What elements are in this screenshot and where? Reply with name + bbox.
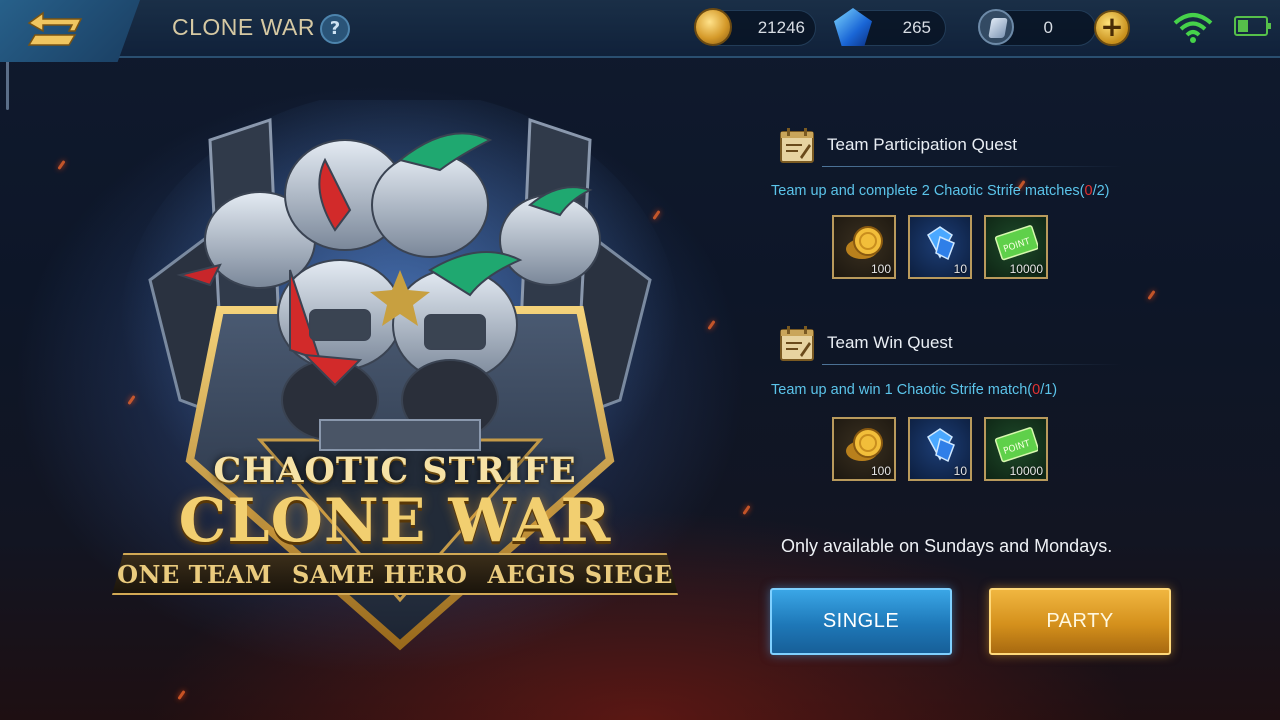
back-arrow-icon xyxy=(27,11,83,46)
ember-particle xyxy=(177,690,186,700)
single-button[interactable]: SINGLE xyxy=(770,588,952,655)
quest-description: Team up and win 1 Chaotic Strife match(0… xyxy=(771,382,1057,398)
ember-particle xyxy=(1147,290,1156,300)
event-logo: CHAOTIC STRIFE CLONE WAR ONE TEAM SAME H… xyxy=(112,450,678,595)
logo-subtitle: CHAOTIC STRIFE xyxy=(213,450,577,491)
quest-progress-total: /2) xyxy=(1092,183,1110,199)
quest-title: Team Participation Quest xyxy=(827,135,1017,154)
point-ticket-icon: POINT xyxy=(994,427,1038,463)
availability-note: Only available on Sundays and Mondays. xyxy=(781,536,1113,556)
quest-desc-text: Team up and complete 2 Chaotic Strife ma… xyxy=(771,183,1085,199)
topup-button[interactable]: + xyxy=(1094,10,1130,46)
party-button[interactable]: PARTY xyxy=(989,588,1171,655)
quest-header: Team Win Quest xyxy=(776,324,1156,366)
diamond-value: 265 xyxy=(902,18,931,37)
ember-particle xyxy=(57,160,66,170)
reward-amount: 10000 xyxy=(1009,262,1043,276)
point-ticket-icon: POINT xyxy=(994,225,1038,261)
divider xyxy=(822,364,1122,365)
quest-desc-text: Team up and win 1 Chaotic Strife match( xyxy=(771,382,1033,398)
team-participation-quest: Team Participation Quest Team up and com… xyxy=(771,126,1156,279)
wifi-icon xyxy=(1173,13,1213,43)
diamond-icon xyxy=(927,226,955,261)
reward-amount: 10 xyxy=(953,262,967,276)
ember-particle xyxy=(742,505,751,515)
logo-tag: SAME HERO xyxy=(291,559,468,589)
quest-progress-current: 0 xyxy=(1032,382,1041,398)
logo-title: CLONE WAR xyxy=(178,486,612,556)
reward-amount: 10 xyxy=(953,464,967,478)
quest-header: Team Participation Quest xyxy=(776,126,1156,168)
team-win-quest: Team Win Quest Team up and win 1 Chaotic… xyxy=(771,324,1156,481)
gold-coin-icon xyxy=(694,8,732,46)
quest-title: Team Win Quest xyxy=(827,333,953,352)
logo-tagline-banner: ONE TEAM SAME HERO AEGIS SIEGE xyxy=(112,553,678,595)
reward-diamond[interactable]: 10 xyxy=(908,215,972,279)
page-title: CLONE WAR xyxy=(172,14,315,40)
reward-gold[interactable]: 100 xyxy=(832,417,896,481)
quest-rewards: 100 10 POINT 10000 xyxy=(832,215,1048,279)
reward-point[interactable]: POINT 10000 xyxy=(984,215,1048,279)
reward-diamond[interactable]: 10 xyxy=(908,417,972,481)
reward-amount: 10000 xyxy=(1009,464,1043,478)
voucher-icon xyxy=(978,9,1014,45)
quest-progress-current: 0 xyxy=(1084,183,1093,199)
ember-particle xyxy=(707,320,716,330)
quest-scroll-icon xyxy=(780,326,814,361)
reward-point[interactable]: POINT 10000 xyxy=(984,417,1048,481)
help-button[interactable]: ? xyxy=(320,14,350,44)
divider xyxy=(822,166,1122,167)
quest-progress-total: /1) xyxy=(1040,382,1058,398)
battery-icon xyxy=(1234,16,1271,36)
reward-gold[interactable]: 100 xyxy=(832,215,896,279)
reward-amount: 100 xyxy=(870,262,891,276)
diamond-icon xyxy=(927,428,955,463)
gold-value: 21246 xyxy=(757,18,805,37)
gold-coin-icon xyxy=(846,428,883,461)
quest-description: Team up and complete 2 Chaotic Strife ma… xyxy=(771,183,1110,199)
reward-amount: 100 xyxy=(870,464,891,478)
back-button[interactable] xyxy=(0,0,140,62)
logo-tag: ONE TEAM xyxy=(117,559,272,589)
quest-rewards: 100 10 POINT 10000 xyxy=(832,417,1048,481)
logo-tag: AEGIS SIEGE xyxy=(487,559,673,589)
quest-scroll-icon xyxy=(780,128,814,163)
voucher-value: 0 xyxy=(1043,18,1053,37)
top-bar: CLONE WAR ? 21246 265 0 + xyxy=(0,0,1280,62)
gold-coin-icon xyxy=(846,226,883,259)
